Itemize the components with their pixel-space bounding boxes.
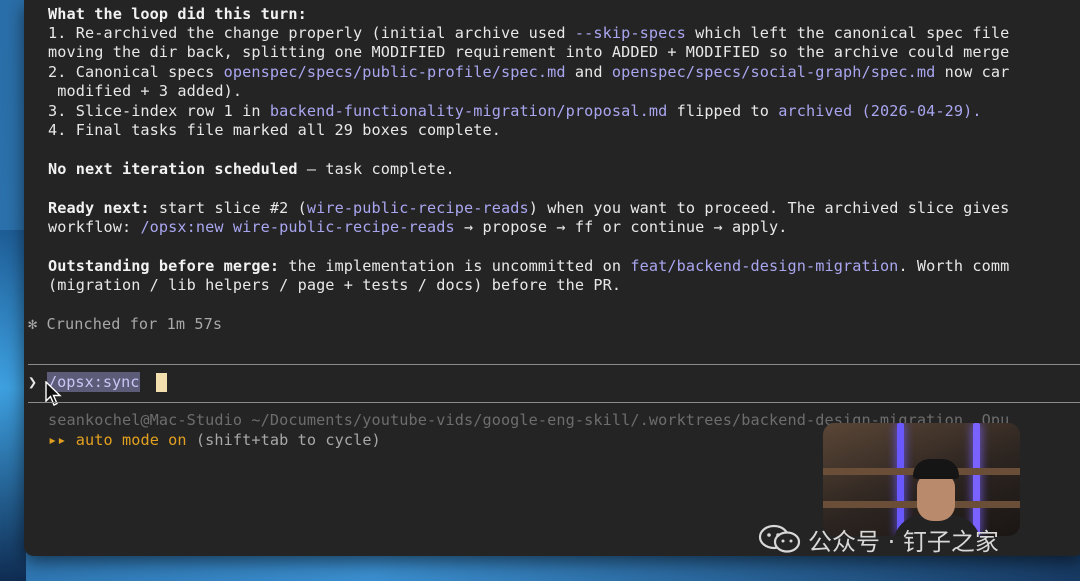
watermark-text: 公众号 · 钉子之家: [808, 527, 999, 556]
text: workflow:: [48, 218, 141, 236]
outstanding-line-cont: (migration / lib helpers / page + tests …: [48, 276, 622, 294]
date-text: (2026-04-29).: [852, 102, 982, 120]
status-line: ✻ Crunched for 1m 57s: [28, 315, 222, 334]
neon-light: [973, 423, 980, 536]
text: the implementation is uncommitted on: [279, 257, 631, 275]
mode-hint: (shift+tab to cycle): [186, 431, 381, 449]
summary-heading: What the loop did this turn:: [48, 5, 307, 23]
webcam-overlay: [823, 423, 1020, 536]
text: start slice #2 (: [149, 199, 307, 217]
bold-text: Ready next:: [48, 199, 150, 217]
slice-name: wire-public-recipe-reads: [306, 199, 529, 217]
workflow-line: workflow: /opsx:new wire-public-recipe-r…: [48, 218, 788, 237]
path-link: backend-functionality-migration/proposal…: [269, 102, 668, 120]
person-cap: [913, 459, 959, 479]
text: 1. Re-archived the change properly (init…: [48, 24, 575, 42]
wechat-icon: [758, 524, 801, 553]
summary-item-2-cont: modified + 3 added).: [48, 82, 243, 100]
path-link: openspec/specs/public-profile/spec.md: [223, 63, 566, 81]
no-next-line: No next iteration scheduled — task compl…: [48, 160, 455, 179]
divider-bottom: [28, 402, 1080, 403]
text: 3. Slice-index row 1 in: [48, 102, 270, 120]
text: which left the canonical spec file: [685, 24, 1010, 42]
summary-item-4: 4. Final tasks file marked all 29 boxes …: [48, 121, 501, 139]
status-text: archived: [778, 102, 853, 120]
outstanding-line: Outstanding before merge: the implementa…: [48, 257, 1009, 276]
desktop-background: [0, 230, 26, 581]
branch-name: feat/backend-design-migration: [630, 257, 899, 275]
summary-item-3: 3. Slice-index row 1 in backend-function…: [48, 102, 982, 121]
summary-item-1-cont: moving the dir back, splitting one MODIF…: [48, 43, 1010, 61]
mode-label: auto mode on: [75, 431, 187, 449]
text: ) when you want to proceed. The archived…: [528, 199, 1010, 217]
text: and: [565, 63, 612, 81]
asterisk-icon: ✻: [28, 315, 38, 333]
neon-light: [897, 423, 904, 536]
text: → propose → ff or continue → apply.: [454, 218, 788, 236]
fast-forward-icon: ▸▸: [48, 431, 67, 449]
bold-text: Outstanding before merge:: [48, 257, 280, 275]
text: flipped to: [667, 102, 779, 120]
text: now car: [935, 63, 1010, 81]
text: 2. Canonical specs: [48, 63, 224, 81]
divider-top: [28, 364, 1080, 365]
text: — task complete.: [297, 160, 455, 178]
mouse-pointer-icon: [45, 381, 62, 406]
text: . Worth comm: [898, 257, 1010, 275]
command-text: /opsx:new wire-public-recipe-reads: [140, 218, 455, 236]
summary-item-1: 1. Re-archived the change properly (init…: [48, 24, 1009, 43]
person-face: [917, 473, 955, 521]
mode-line[interactable]: ▸▸ auto mode on (shift+tab to cycle): [48, 431, 381, 450]
ready-next-line: Ready next: start slice #2 (wire-public-…: [48, 199, 1009, 218]
text-cursor: [156, 373, 167, 392]
summary-item-2: 2. Canonical specs openspec/specs/public…: [48, 63, 1009, 82]
bold-text: No next iteration scheduled: [48, 160, 298, 178]
flag-text: --skip-specs: [574, 24, 686, 42]
path-link: openspec/specs/social-graph/spec.md: [611, 63, 936, 81]
status-text: Crunched for 1m 57s: [46, 315, 223, 333]
watermark: 公众号 · 钉子之家: [758, 522, 999, 556]
prompt-chevron-icon: ❯: [28, 373, 38, 391]
